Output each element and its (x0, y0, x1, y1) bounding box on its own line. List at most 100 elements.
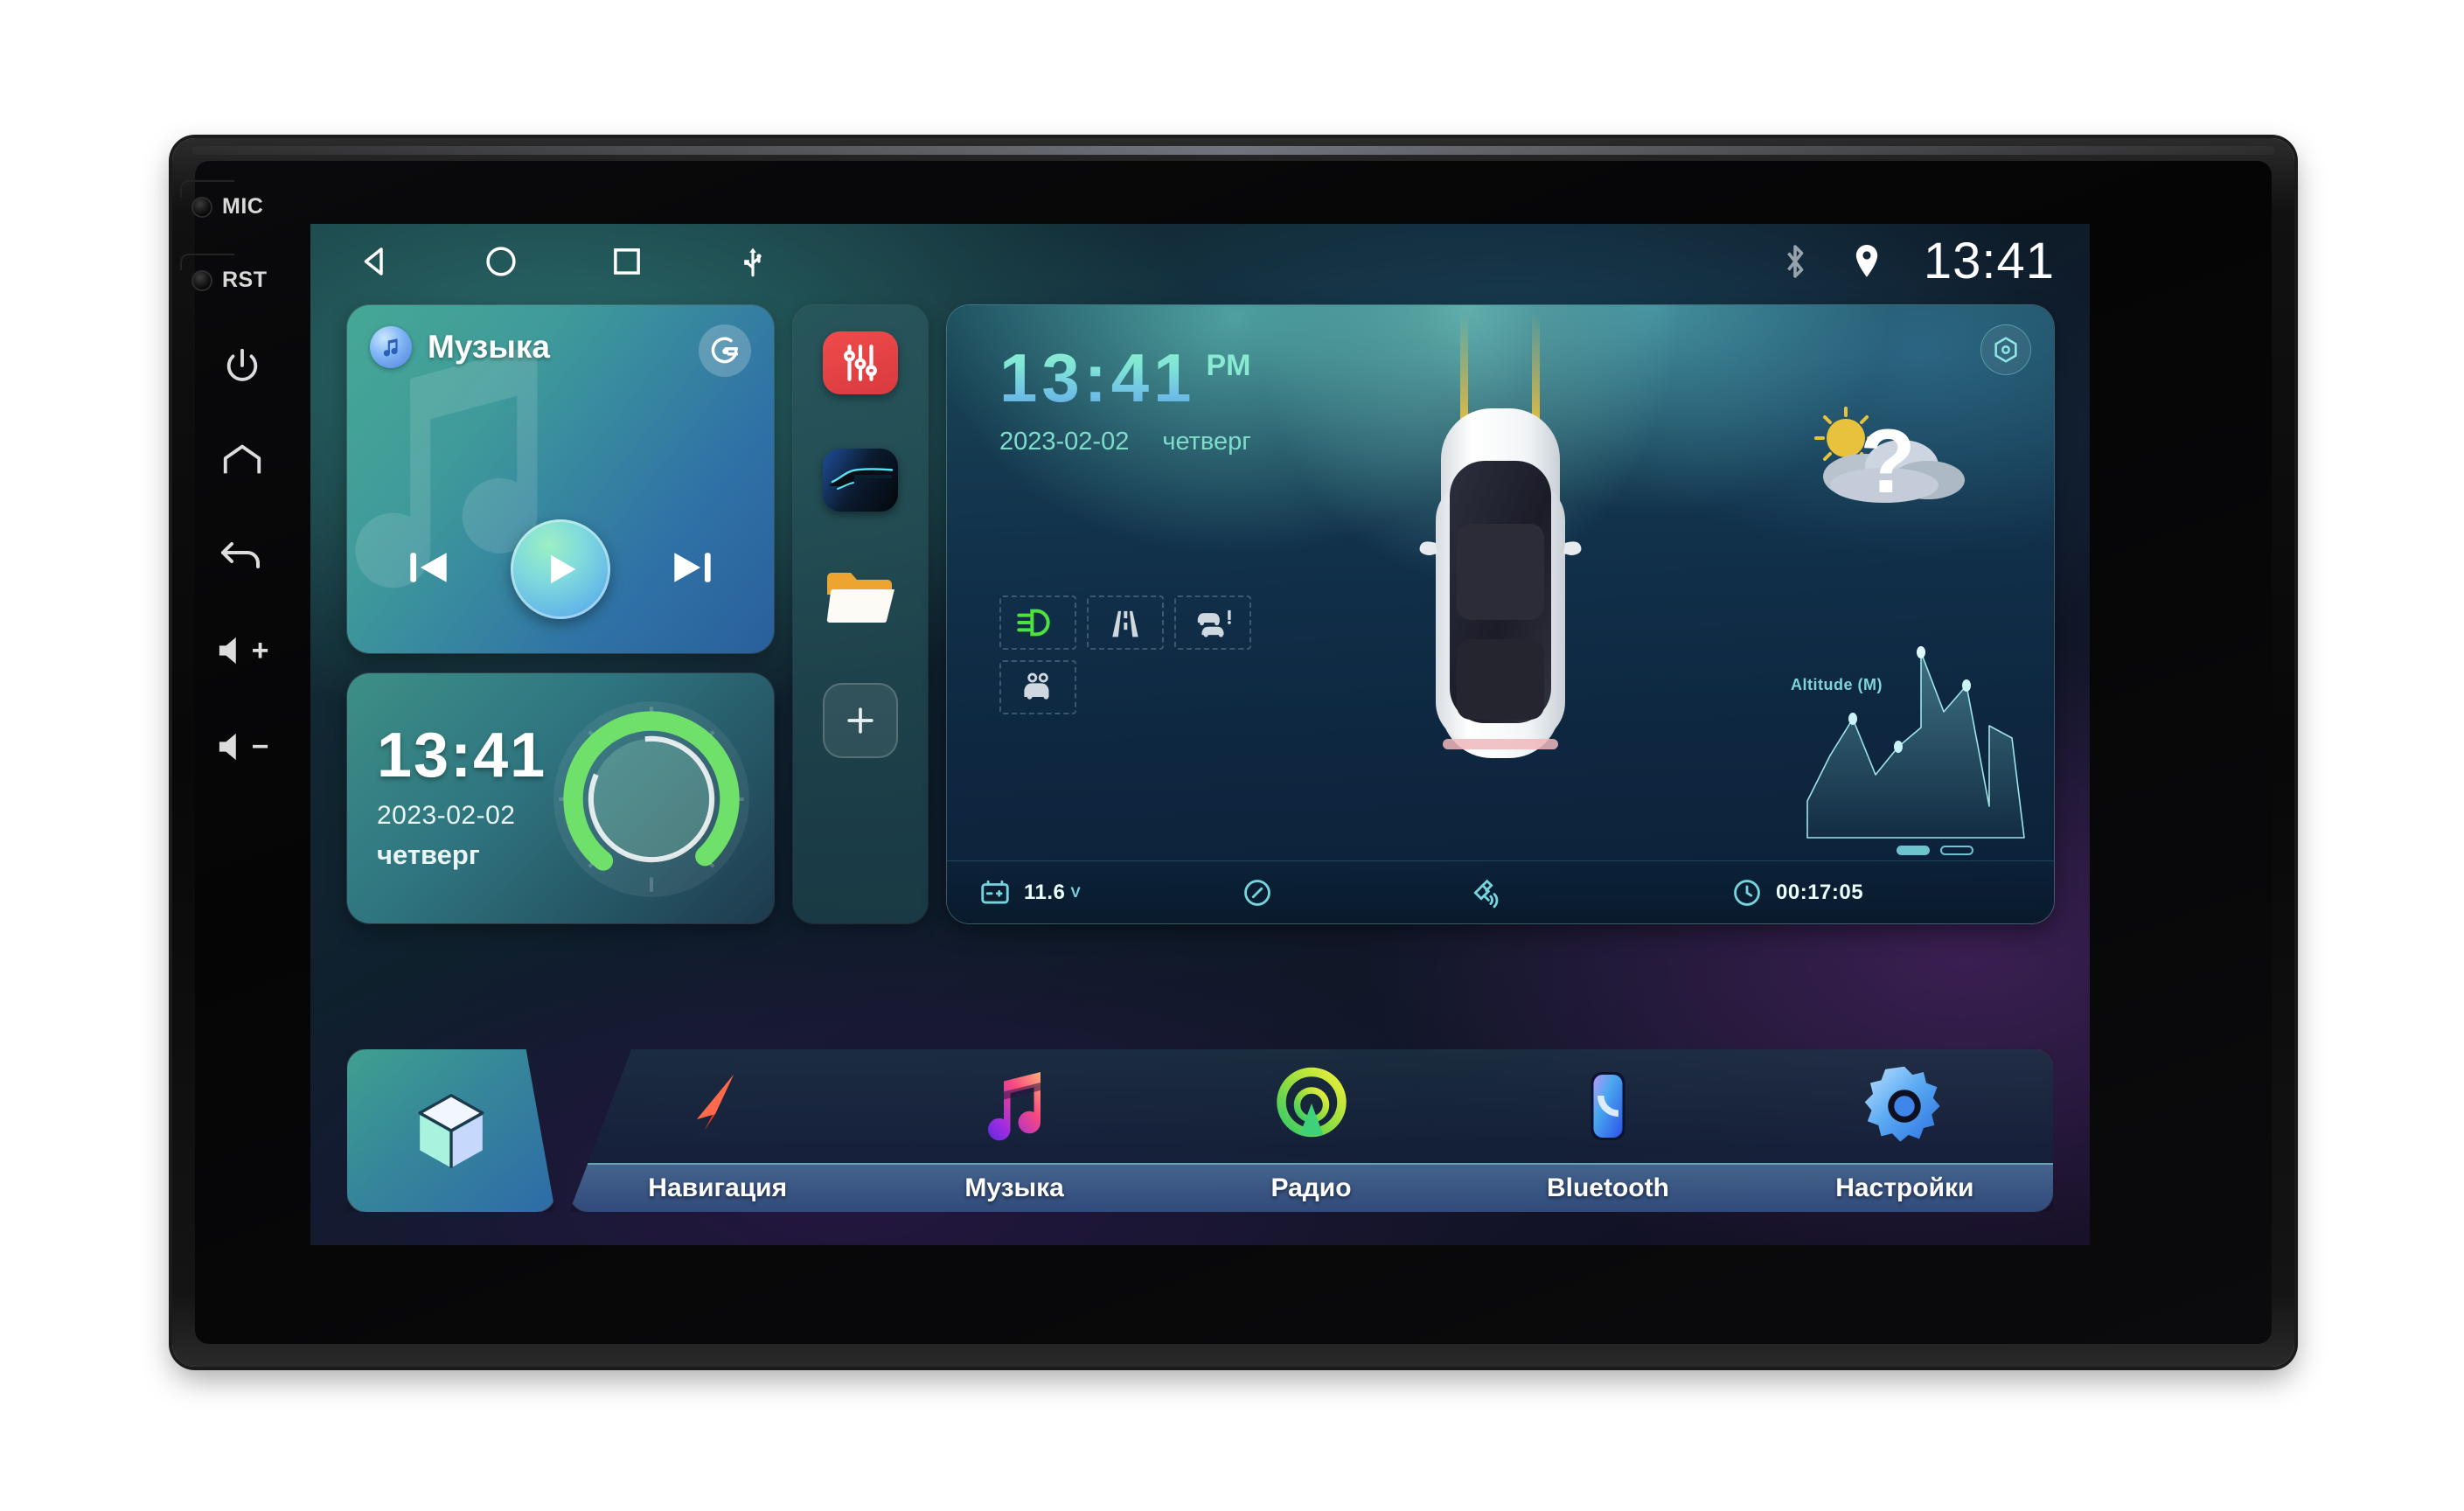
reset-label: RST (222, 268, 268, 292)
home-icon (223, 444, 261, 474)
volume-down-button[interactable]: − (209, 714, 275, 780)
dock-item-settings[interactable] (1757, 1049, 2053, 1163)
gear-icon (1865, 1066, 1940, 1142)
weather-widget[interactable]: ? (1790, 389, 1991, 520)
head-unit-device: MIC RST + − 13:41 Музыка 13:41 2023-02-0… (172, 138, 2294, 1367)
battery-icon (981, 880, 1009, 904)
page-dot-inactive[interactable] (1940, 846, 1973, 855)
skip-next-icon (674, 552, 711, 582)
android-nav-buttons (351, 237, 777, 286)
play-icon (551, 554, 576, 584)
bluetooth-icon (1786, 245, 1804, 278)
quick-app-rail (793, 305, 928, 923)
equalizer-app[interactable] (823, 331, 898, 394)
lane-road-icon (1112, 610, 1138, 637)
clock-widget-time: 13:41 (377, 721, 547, 790)
speaker-minus-icon (219, 733, 236, 761)
back-arrow-icon (221, 542, 260, 568)
clock-volume-widget[interactable]: 13:41 2023-02-02 четверг (347, 673, 774, 923)
battery-voltage-unit: V (1070, 883, 1081, 901)
clock-widget-date: 2023-02-02 (377, 801, 516, 830)
uptime-status: 00:17:05 (1730, 876, 1863, 909)
altitude-area-path (1806, 651, 2025, 839)
dock-item-navigation[interactable] (569, 1049, 866, 1163)
dock-label-radio[interactable]: Радио (1163, 1165, 1459, 1212)
dock-item-music[interactable] (866, 1049, 1162, 1163)
equalizer-icon (844, 345, 877, 381)
adas-indicator-grid (999, 595, 1262, 714)
radio-wave-icon (1276, 1067, 1347, 1138)
car-front-sensor-icon (1024, 672, 1049, 700)
file-manager-app[interactable] (823, 566, 898, 629)
music-play-button[interactable] (510, 519, 610, 619)
dashboard-settings-button[interactable] (1980, 324, 2031, 375)
music-note-icon (988, 1072, 1041, 1141)
app-drawer[interactable] (347, 1049, 555, 1212)
compass-icon (1244, 879, 1270, 906)
cube-icon (418, 1094, 484, 1168)
reset-port[interactable]: RST (180, 254, 268, 293)
plus-icon (847, 707, 874, 734)
dashboard-status-footer: 11.6 V 00:17:05 (947, 860, 2054, 923)
hexagon-settings-icon (1994, 337, 2017, 363)
music-widget[interactable]: Музыка (347, 305, 774, 653)
dock-label-navigation[interactable]: Навигация (569, 1165, 866, 1212)
dock-label-row: Навигация Музыка Радио Bluetooth Настрой… (569, 1163, 2053, 1212)
music-next-button[interactable] (665, 540, 720, 599)
sun-cloud-icon: ? (1814, 407, 1965, 512)
add-shortcut-button[interactable] (823, 683, 898, 758)
back-button[interactable] (209, 521, 275, 588)
phone-bluetooth-icon (1590, 1072, 1625, 1140)
android-back-button[interactable] (351, 237, 400, 286)
music-note-icon (383, 338, 398, 357)
dashboard-page-indicator[interactable] (1897, 846, 1973, 855)
satellite-status (1468, 875, 1730, 910)
dock-label-bluetooth[interactable]: Bluetooth (1459, 1165, 1756, 1212)
home-button[interactable] (209, 427, 275, 493)
touchscreen[interactable]: 13:41 Музыка 13:41 2023-02-02 четверг 13… (310, 224, 2090, 1245)
vehicle-dashboard-card[interactable]: 13:41 PM 2023-02-02 четверг ? Altitude (… (947, 305, 2054, 923)
altitude-point (1894, 741, 1903, 753)
dock-icon-row (569, 1049, 2053, 1163)
mic-label: MIC (222, 194, 264, 219)
compass-status (1241, 876, 1468, 909)
dock-item-bluetooth[interactable] (1459, 1049, 1756, 1163)
dvr-app[interactable] (823, 449, 898, 512)
skip-previous-icon (409, 552, 447, 582)
clock-widget-weekday: четверг (377, 839, 480, 870)
android-home-button[interactable] (477, 237, 526, 286)
altitude-point (1917, 646, 1925, 658)
triangle-back-icon (364, 247, 383, 275)
music-prev-button[interactable] (401, 540, 456, 599)
page-dot-active[interactable] (1897, 846, 1930, 855)
dock-item-radio[interactable] (1163, 1049, 1459, 1163)
volume-up-label: + (251, 633, 269, 667)
uptime-value: 00:17:05 (1776, 880, 1864, 904)
status-bar-clock: 13:41 (1923, 233, 2055, 289)
weather-unknown-glyph: ? (1860, 411, 1916, 512)
satellite-icon (1473, 879, 1499, 908)
reset-hole-icon[interactable] (191, 269, 212, 291)
usb-icon (744, 247, 762, 277)
battery-voltage-value: 11.6 (1024, 880, 1066, 904)
circle-home-icon (486, 247, 516, 276)
android-recents-button[interactable] (602, 237, 651, 286)
low-beam-indicator (999, 595, 1076, 650)
dock-label-settings[interactable]: Настройки (1757, 1165, 2053, 1212)
mic-slot-line (180, 180, 234, 197)
music-widget-header: Музыка (370, 326, 550, 368)
volume-knob-icon[interactable] (545, 693, 758, 906)
volume-up-button[interactable]: + (209, 617, 275, 684)
mic-port: MIC (180, 180, 264, 219)
altitude-chart (1806, 646, 2025, 839)
collision-warning-indicator (1174, 595, 1251, 650)
android-status-bar: 13:41 (310, 224, 2090, 299)
power-button[interactable] (209, 332, 275, 399)
audio-source-button[interactable] (699, 324, 751, 377)
clock-icon (1734, 879, 1760, 906)
speaker-plus-icon (219, 637, 236, 665)
dock-label-music[interactable]: Музыка (866, 1165, 1162, 1212)
headlight-icon (1017, 609, 1050, 637)
music-transport-controls (347, 517, 774, 622)
status-bar-right: 13:41 (1780, 236, 2055, 287)
